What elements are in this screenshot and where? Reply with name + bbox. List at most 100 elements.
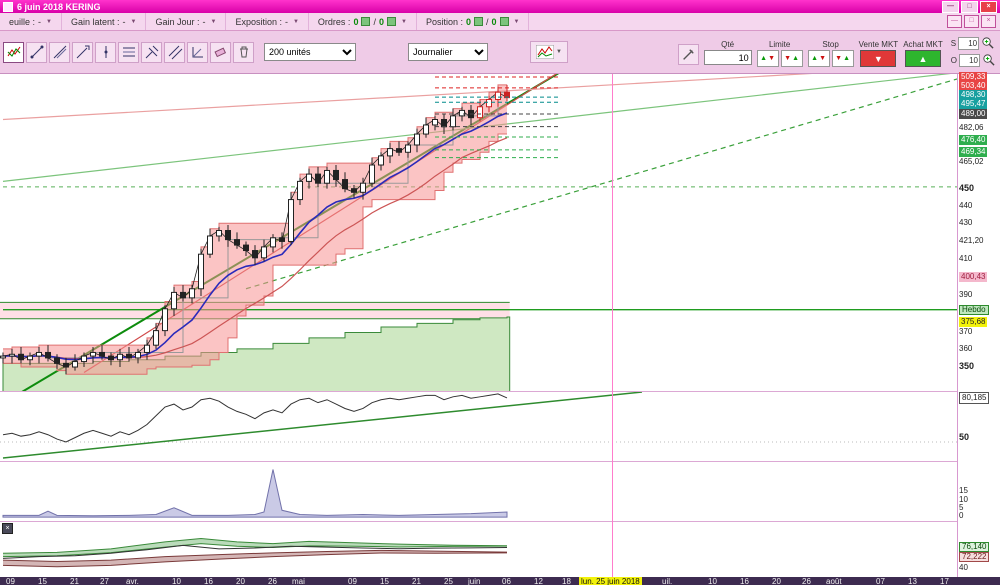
minimize-button[interactable]: — xyxy=(942,0,959,13)
chart-region: 509,33 503,40 498,30 495,47 489,00 482,06 476,… xyxy=(0,72,1000,578)
indicator-tool-button[interactable] xyxy=(3,41,24,63)
time-label: 13 xyxy=(908,577,917,585)
order-status-icon xyxy=(499,17,509,26)
dropdown-arrow-icon[interactable]: ▼ xyxy=(210,19,216,25)
time-label: 21 xyxy=(412,577,421,585)
magnifier-icon[interactable] xyxy=(982,53,995,68)
trading-app: 6 juin 2018 KERING — □ × euille : - ▼ Gain … xyxy=(0,0,1000,585)
ray-tool-button[interactable] xyxy=(72,41,93,63)
sell-arrow-icon: ▼ xyxy=(835,55,843,62)
status-label: Gain latent : xyxy=(70,16,120,27)
chevron-down-icon: ▼ xyxy=(556,49,562,55)
chart-close-button[interactable]: × xyxy=(981,15,996,28)
axis-label: 440 xyxy=(959,201,973,210)
fibo-tool-button[interactable] xyxy=(118,41,139,63)
crosshair-line xyxy=(612,74,613,577)
status-label: Gain Jour : xyxy=(155,16,200,27)
angle-tool-button[interactable] xyxy=(187,41,208,63)
segment-icon xyxy=(53,45,66,59)
drawing-tools xyxy=(3,41,254,63)
time-label: 20 xyxy=(236,577,245,585)
stop-sell-button[interactable]: ▼ ▲ xyxy=(831,50,854,67)
order-panel: Qté Limite ▲▼ ▼▲ Stop ▲▼ xyxy=(677,37,943,67)
chart-minimize-button[interactable]: — xyxy=(947,15,962,28)
time-label: 27 xyxy=(100,577,109,585)
quantity-label: Qté xyxy=(721,40,735,49)
units-select[interactable]: 200 unités xyxy=(264,43,356,61)
dropdown-arrow-icon[interactable]: ▼ xyxy=(293,19,299,25)
dropdown-arrow-icon[interactable]: ▼ xyxy=(131,19,137,25)
time-axis[interactable]: 09 15 21 27 avr. 10 16 20 26 mai 09 15 21 25 juin 06 12 1… xyxy=(0,577,1000,585)
dropdown-arrow-icon[interactable]: ▼ xyxy=(401,19,407,25)
zoom-controls: S 10 O 10 xyxy=(951,36,997,68)
limit-label: Limite xyxy=(768,40,791,49)
chart-maximize-button[interactable]: □ xyxy=(964,15,979,28)
chart-style-button[interactable]: ▼ xyxy=(530,41,568,63)
limit-buy-button[interactable]: ▲ ▼ xyxy=(756,50,779,67)
axis-label: 370 xyxy=(959,327,973,336)
quantity-input[interactable] xyxy=(703,50,752,65)
ribbon-panel[interactable] xyxy=(0,521,957,578)
close-button[interactable]: × xyxy=(980,0,997,13)
axis-label: 375,68 xyxy=(959,317,988,327)
maximize-button[interactable]: □ xyxy=(961,0,978,13)
trash-tool-button[interactable] xyxy=(233,41,254,63)
status-item-4: Ordres :0/0 ▼ xyxy=(309,13,417,30)
channel-tool-button[interactable] xyxy=(164,41,185,63)
axis-label: 72,222 xyxy=(959,552,990,562)
sell-market-button[interactable]: ▼ xyxy=(860,50,897,67)
vline-tool-button[interactable] xyxy=(95,41,116,63)
oscillator-line xyxy=(2,393,508,443)
magnifier-icon[interactable] xyxy=(981,36,994,51)
status-item-3: Exposition : - ▼ xyxy=(226,13,309,30)
zoom-letter: S xyxy=(950,39,957,48)
status-item-5: Position :0/0 ▼ xyxy=(417,13,530,30)
axis-label: 450 xyxy=(959,183,975,193)
buy-arrow-icon: ▲ xyxy=(811,55,819,62)
limit-sell-button[interactable]: ▼ ▲ xyxy=(780,50,803,67)
order-settings-button[interactable] xyxy=(677,44,699,65)
axis-label: 76,140 xyxy=(959,542,990,552)
quantity-group: Qté xyxy=(703,40,752,65)
time-label: 16 xyxy=(740,577,749,585)
vline-icon xyxy=(104,46,107,58)
histogram-panel[interactable] xyxy=(0,461,957,522)
zoom-value[interactable]: 10 xyxy=(958,37,980,50)
price-axis[interactable]: 509,33 503,40 498,30 495,47 489,00 482,06 476,… xyxy=(957,72,1000,577)
status-value: - xyxy=(38,16,42,27)
time-label: 09 xyxy=(6,577,15,585)
status-item-1: Gain latent : - ▼ xyxy=(62,13,147,30)
zoom-row-S: S 10 xyxy=(951,36,995,51)
dropdown-arrow-icon[interactable]: ▼ xyxy=(514,19,520,25)
time-label: 10 xyxy=(172,577,181,585)
time-label: 07 xyxy=(876,577,885,585)
sell-glyph-icon: ▼ xyxy=(873,53,883,64)
eraser-tool-button[interactable] xyxy=(210,41,231,63)
fork-tool-button[interactable] xyxy=(141,41,162,63)
stop-buy-button[interactable]: ▲ ▼ xyxy=(807,50,830,67)
time-label: 25 xyxy=(444,577,453,585)
spike-area xyxy=(2,469,508,518)
stop-label: Stop xyxy=(822,40,839,49)
time-label: 06 xyxy=(502,577,511,585)
channel-icon xyxy=(168,45,182,60)
main-price-chart[interactable] xyxy=(0,74,957,391)
time-label: mai xyxy=(292,577,305,585)
segment-tool-button[interactable] xyxy=(49,41,70,63)
panel-close-button[interactable]: × xyxy=(2,523,13,534)
timeframe-select[interactable]: Journalier xyxy=(408,43,488,61)
time-label: 10 xyxy=(708,577,717,585)
axis-label: 495,47 xyxy=(959,99,988,109)
zoom-letter: O xyxy=(950,56,957,65)
axis-label: 80,185 xyxy=(959,392,990,404)
buy-market-button[interactable]: ▲ xyxy=(904,50,941,67)
time-label: 18 xyxy=(562,577,571,585)
trendline-tool-button[interactable] xyxy=(26,41,47,63)
trash-icon xyxy=(239,46,248,58)
time-label: 16 xyxy=(204,577,213,585)
oscillator-panel[interactable] xyxy=(0,391,957,462)
axis-label: 400,43 xyxy=(959,272,988,282)
dropdown-arrow-icon[interactable]: ▼ xyxy=(46,19,52,25)
time-label: 21 xyxy=(70,577,79,585)
zoom-value[interactable]: 10 xyxy=(959,54,980,67)
